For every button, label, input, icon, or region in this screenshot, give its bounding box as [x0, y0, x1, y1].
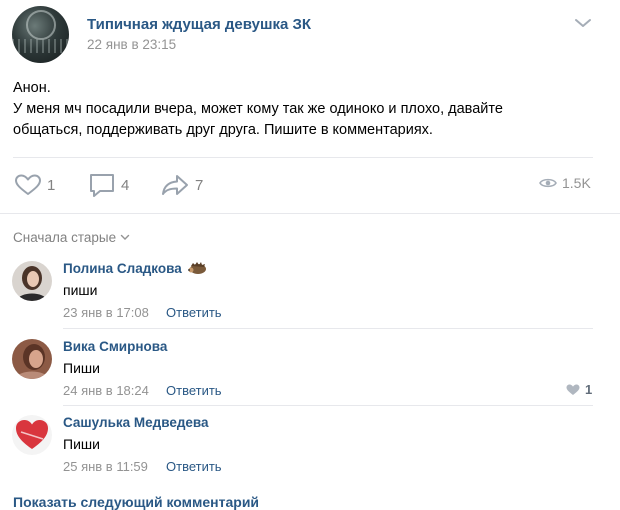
- commenter-avatar[interactable]: [12, 261, 52, 301]
- chevron-down-icon: [120, 234, 130, 240]
- post-date[interactable]: 22 янв в 23:15: [87, 37, 176, 52]
- reply-button[interactable]: Ответить: [166, 305, 222, 320]
- views-counter: 1.5K: [539, 175, 591, 191]
- commenter-name[interactable]: Вика Смирнова: [63, 339, 167, 354]
- commenter-name-text: Полина Сладкова: [63, 261, 182, 276]
- share-count: 7: [195, 176, 204, 194]
- avatar-ring-decoration: [26, 10, 56, 40]
- share-icon: [162, 175, 188, 195]
- commenter-avatar[interactable]: [12, 339, 52, 379]
- post-text: Анон. У меня мч посадили вчера, может ко…: [13, 78, 603, 141]
- comment-button[interactable]: 4: [88, 172, 129, 198]
- reply-button[interactable]: Ответить: [166, 383, 222, 398]
- post-text-line: Анон.: [13, 80, 51, 96]
- comment-date[interactable]: 25 янв в 11:59: [63, 459, 148, 474]
- comment-count: 4: [121, 176, 130, 194]
- hedgehog-emoji-icon: [187, 262, 206, 274]
- divider: [63, 405, 593, 406]
- divider: [13, 157, 593, 158]
- post-text-line: общаться, поддерживать друг друга. Пишит…: [13, 122, 433, 138]
- heart-icon: [15, 174, 41, 195]
- like-count: 1: [47, 176, 56, 194]
- comment-text: Пиши: [63, 436, 100, 452]
- views-count: 1.5K: [562, 175, 591, 191]
- comment-date[interactable]: 24 янв в 18:24: [63, 383, 149, 398]
- group-avatar[interactable]: [12, 6, 69, 63]
- chevron-down-icon[interactable]: [572, 14, 594, 32]
- sort-label: Сначала старые: [13, 230, 117, 245]
- reply-button[interactable]: Ответить: [166, 459, 222, 474]
- comment-text: пиши: [63, 282, 98, 298]
- commenter-name[interactable]: Полина Сладкова: [63, 261, 207, 276]
- comment-like-button[interactable]: 1: [566, 382, 592, 397]
- heart-icon: [566, 384, 580, 395]
- like-button[interactable]: 1: [14, 172, 55, 198]
- post-text-line: У меня мч посадили вчера, может кому так…: [13, 101, 503, 117]
- avatar-wire-decoration: [12, 39, 69, 53]
- post-header: Типичная ждущая девушка ЗК 22 янв в 23:1…: [0, 0, 620, 70]
- group-name-link[interactable]: Типичная ждущая девушка ЗК: [87, 16, 311, 33]
- comment-date[interactable]: 23 янв в 17:08: [63, 305, 149, 320]
- divider: [63, 328, 593, 329]
- comments-sort-dropdown[interactable]: Сначала старые: [13, 230, 130, 245]
- eye-icon: [539, 178, 557, 188]
- comment-item: Сашулька Медведева Пиши 25 янв в 11:59 О…: [0, 415, 620, 493]
- share-button[interactable]: 7: [160, 172, 203, 198]
- commenter-avatar[interactable]: [12, 415, 52, 455]
- comment-like-count: 1: [585, 382, 593, 397]
- divider: [0, 213, 620, 214]
- commenter-name[interactable]: Сашулька Медведева: [63, 415, 209, 430]
- comment-icon: [90, 174, 114, 197]
- comment-text: Пиши: [63, 360, 100, 376]
